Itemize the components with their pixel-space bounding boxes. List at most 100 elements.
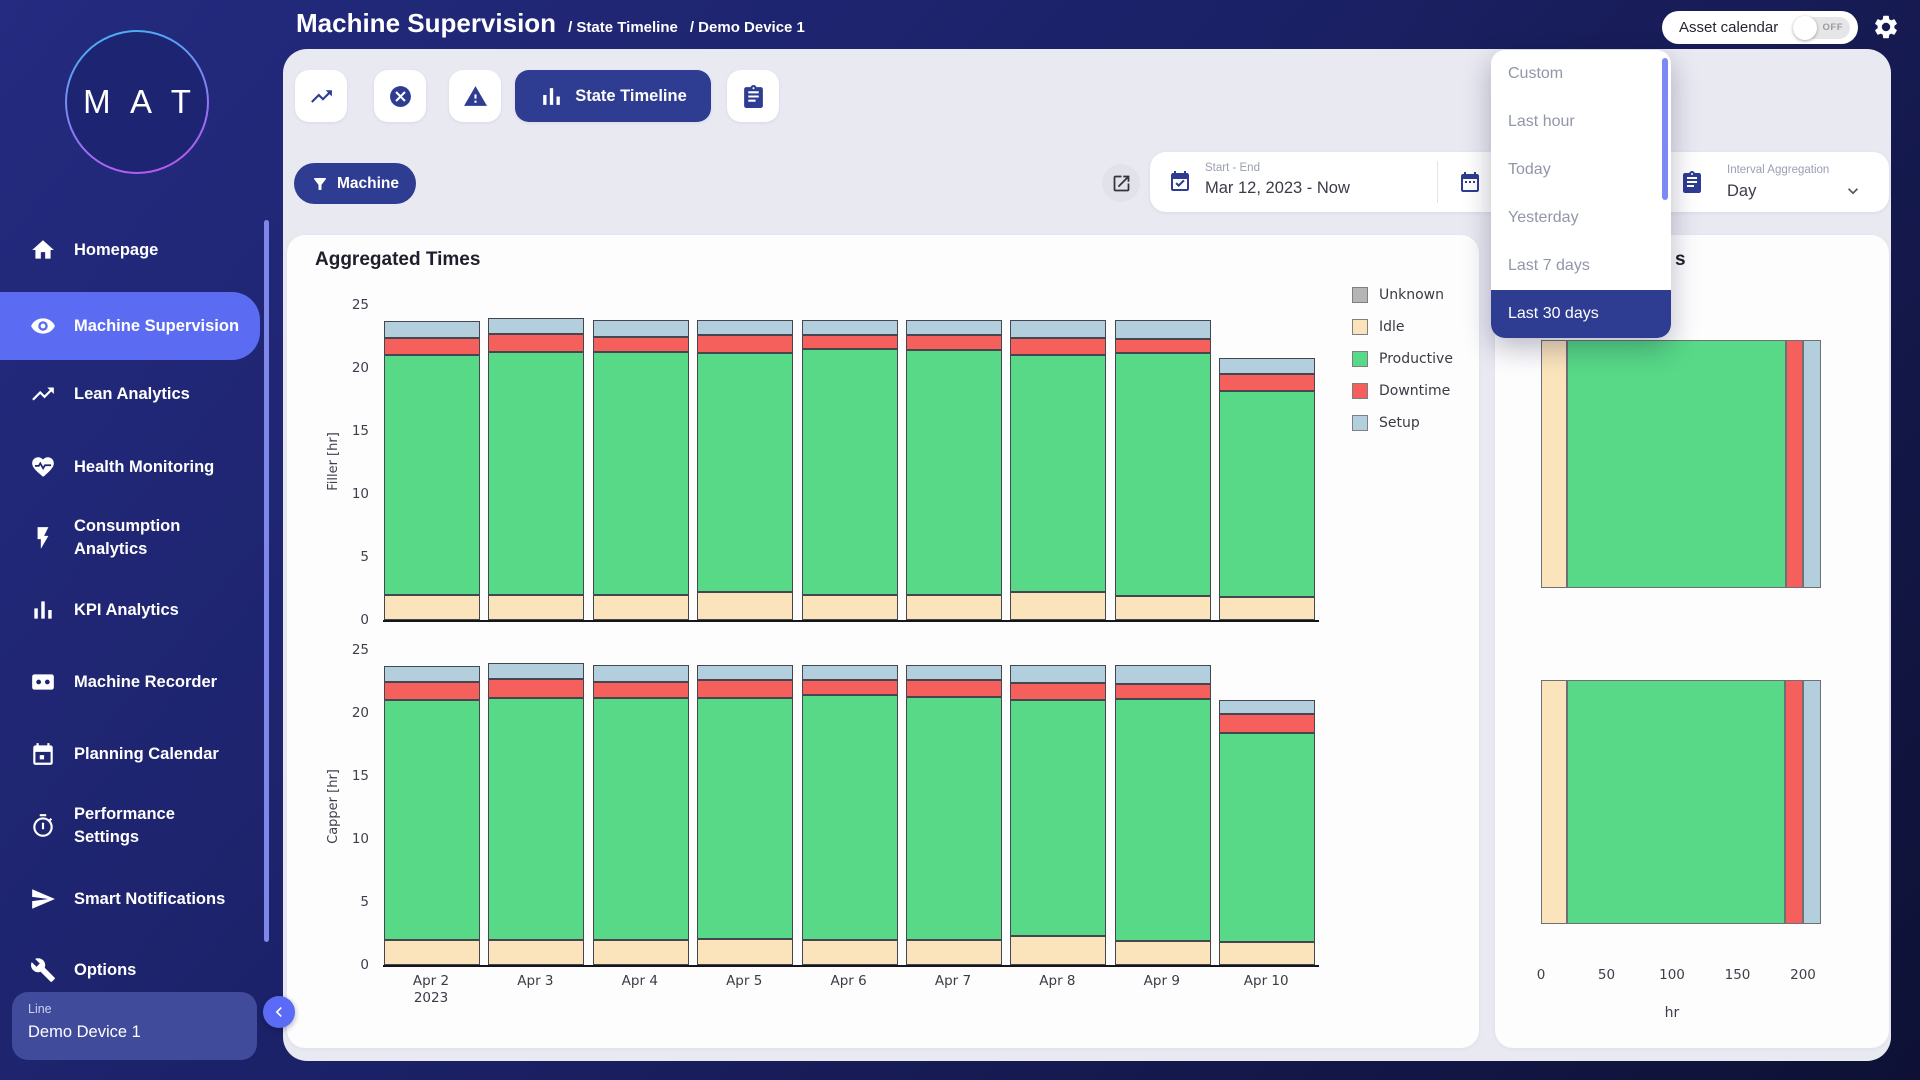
sidebar-item-homepage[interactable]: Homepage xyxy=(0,226,260,274)
bar-segment-setup xyxy=(593,665,689,681)
legend-swatch xyxy=(1352,351,1368,367)
eye-icon xyxy=(30,313,56,339)
dropdown-item-last-30-days[interactable]: Last 30 days xyxy=(1491,290,1671,338)
machine-filter-button[interactable]: Machine xyxy=(294,163,416,204)
sidebar-item-options[interactable]: Options xyxy=(0,946,260,994)
sidebar-item-planning-calendar[interactable]: Planning Calendar xyxy=(0,721,260,787)
sidebar-item-consumption-analytics[interactable]: Consumption Analytics xyxy=(0,505,260,571)
stacked-bar xyxy=(384,666,480,965)
bar-segment-idle xyxy=(802,595,898,620)
cassette-icon xyxy=(30,669,56,695)
sidebar-item-lean-analytics[interactable]: Lean Analytics xyxy=(0,370,260,418)
stacked-bar xyxy=(1219,700,1315,965)
bar-segment-idle xyxy=(488,595,584,620)
y-tick: 0 xyxy=(360,612,369,628)
bar-segment-idle xyxy=(1010,936,1106,965)
left-card-title: Aggregated Times xyxy=(315,249,480,271)
x-tick: 50 xyxy=(1598,967,1615,983)
dropdown-item-yesterday[interactable]: Yesterday xyxy=(1491,194,1671,242)
bar-segment-productive xyxy=(697,353,793,592)
legend-item-productive[interactable]: Productive xyxy=(1352,343,1453,375)
bar-segment-idle xyxy=(697,939,793,965)
line-chart-icon xyxy=(309,84,334,109)
bar-segment-idle xyxy=(906,940,1002,965)
right-card-title-partial: s xyxy=(1675,249,1686,271)
date-range-value[interactable]: Mar 12, 2023 - Now xyxy=(1205,179,1350,198)
trend-up-icon xyxy=(30,381,56,407)
sidebar-item-machine-recorder[interactable]: Machine Recorder xyxy=(0,658,260,706)
bar-segment-idle xyxy=(384,595,480,620)
tab-trend[interactable] xyxy=(295,70,347,122)
chevron-left-icon xyxy=(269,1002,289,1022)
sidebar-scrollbar[interactable] xyxy=(264,220,269,942)
legend-item-unknown[interactable]: Unknown xyxy=(1352,279,1453,311)
dropdown-item-today[interactable]: Today xyxy=(1491,146,1671,194)
tab-state-timeline[interactable]: State Timeline xyxy=(515,70,711,122)
bar-segment-productive xyxy=(697,698,793,939)
toggle-track[interactable]: OFF xyxy=(1793,17,1850,39)
tab-warnings[interactable] xyxy=(449,70,501,122)
bar-segment-productive xyxy=(384,700,480,939)
dropdown-item-custom[interactable]: Custom xyxy=(1491,50,1671,98)
plot-area xyxy=(383,305,1319,622)
x-axis-label: hr xyxy=(1541,1005,1803,1021)
send-icon xyxy=(30,886,56,912)
device-card-label: Line xyxy=(28,1002,257,1016)
date-range-dropdown: CustomLast hourTodayYesterdayLast 7 days… xyxy=(1491,50,1671,338)
bar-segment-setup xyxy=(1219,358,1315,374)
toggle-state-label: OFF xyxy=(1823,22,1844,33)
dropdown-item-last-hour[interactable]: Last hour xyxy=(1491,98,1671,146)
bar-segment-productive xyxy=(1010,700,1106,936)
legend-item-idle[interactable]: Idle xyxy=(1352,311,1453,343)
asset-calendar-toggle[interactable]: Asset calendar OFF xyxy=(1662,11,1858,44)
sidebar-item-health-monitoring[interactable]: Health Monitoring xyxy=(0,443,260,491)
legend-item-setup[interactable]: Setup xyxy=(1352,407,1453,439)
x-tick: 150 xyxy=(1725,967,1751,983)
stacked-bar xyxy=(906,665,1002,965)
eye-icon xyxy=(30,313,56,339)
toggle-knob[interactable] xyxy=(1793,16,1817,40)
bar-segment-downtime xyxy=(1115,684,1211,699)
sidebar-item-label: Planning Calendar xyxy=(74,743,242,766)
bar-segment-idle xyxy=(1115,596,1211,620)
chevron-down-icon[interactable] xyxy=(1843,181,1863,201)
y-tick: 10 xyxy=(352,486,369,502)
sidebar-item-label: Smart Notifications xyxy=(74,888,242,911)
bar-segment-downtime xyxy=(1115,339,1211,353)
sidebar-item-kpi-analytics[interactable]: KPI Analytics xyxy=(0,586,260,634)
legend-item-downtime[interactable]: Downtime xyxy=(1352,375,1453,407)
chart-legend: UnknownIdleProductive Downtime Setup xyxy=(1352,279,1453,439)
bar-segment-setup xyxy=(1115,320,1211,339)
bar-segment-setup xyxy=(802,320,898,335)
tab-report[interactable] xyxy=(727,70,779,122)
sidebar-item-performance-settings[interactable]: Performance Settings xyxy=(0,793,260,859)
plot-area xyxy=(383,650,1319,967)
bar-segment-productive xyxy=(802,695,898,939)
stacked-bar xyxy=(1115,665,1211,965)
bar-segment-setup xyxy=(1115,665,1211,684)
bar-chart-icon xyxy=(30,597,56,623)
device-card[interactable]: Line Demo Device 1 xyxy=(12,992,257,1060)
bar-segment-setup xyxy=(697,320,793,335)
settings-button[interactable] xyxy=(1872,13,1900,41)
bar-segment-idle xyxy=(1541,340,1567,588)
dropdown-item-last-7-days[interactable]: Last 7 days xyxy=(1491,242,1671,290)
stacked-bar xyxy=(906,320,1002,620)
tab-errors[interactable] xyxy=(374,70,426,122)
sidebar-item-smart-notifications[interactable]: Smart Notifications xyxy=(0,866,260,932)
calendar-icon xyxy=(30,741,56,767)
interval-aggregation-value[interactable]: Day xyxy=(1727,182,1756,201)
legend-label: Downtime xyxy=(1379,383,1450,399)
date-range-icon[interactable] xyxy=(1458,170,1482,194)
bar-segment-setup xyxy=(1010,665,1106,683)
sidebar-item-machine-supervision[interactable]: Machine Supervision xyxy=(0,292,260,360)
x-tick-label: Apr 22023 xyxy=(383,973,479,1007)
sidebar-collapse-button[interactable] xyxy=(263,996,295,1028)
dropdown-scrollbar[interactable] xyxy=(1662,58,1668,200)
expand-button[interactable] xyxy=(1102,164,1140,202)
bar-segment-idle xyxy=(1219,597,1315,620)
stacked-bar xyxy=(697,320,793,620)
device-card-value: Demo Device 1 xyxy=(28,1023,257,1042)
x-tick-label: Apr 4 xyxy=(592,973,688,990)
bar-chart-icon xyxy=(539,84,564,109)
